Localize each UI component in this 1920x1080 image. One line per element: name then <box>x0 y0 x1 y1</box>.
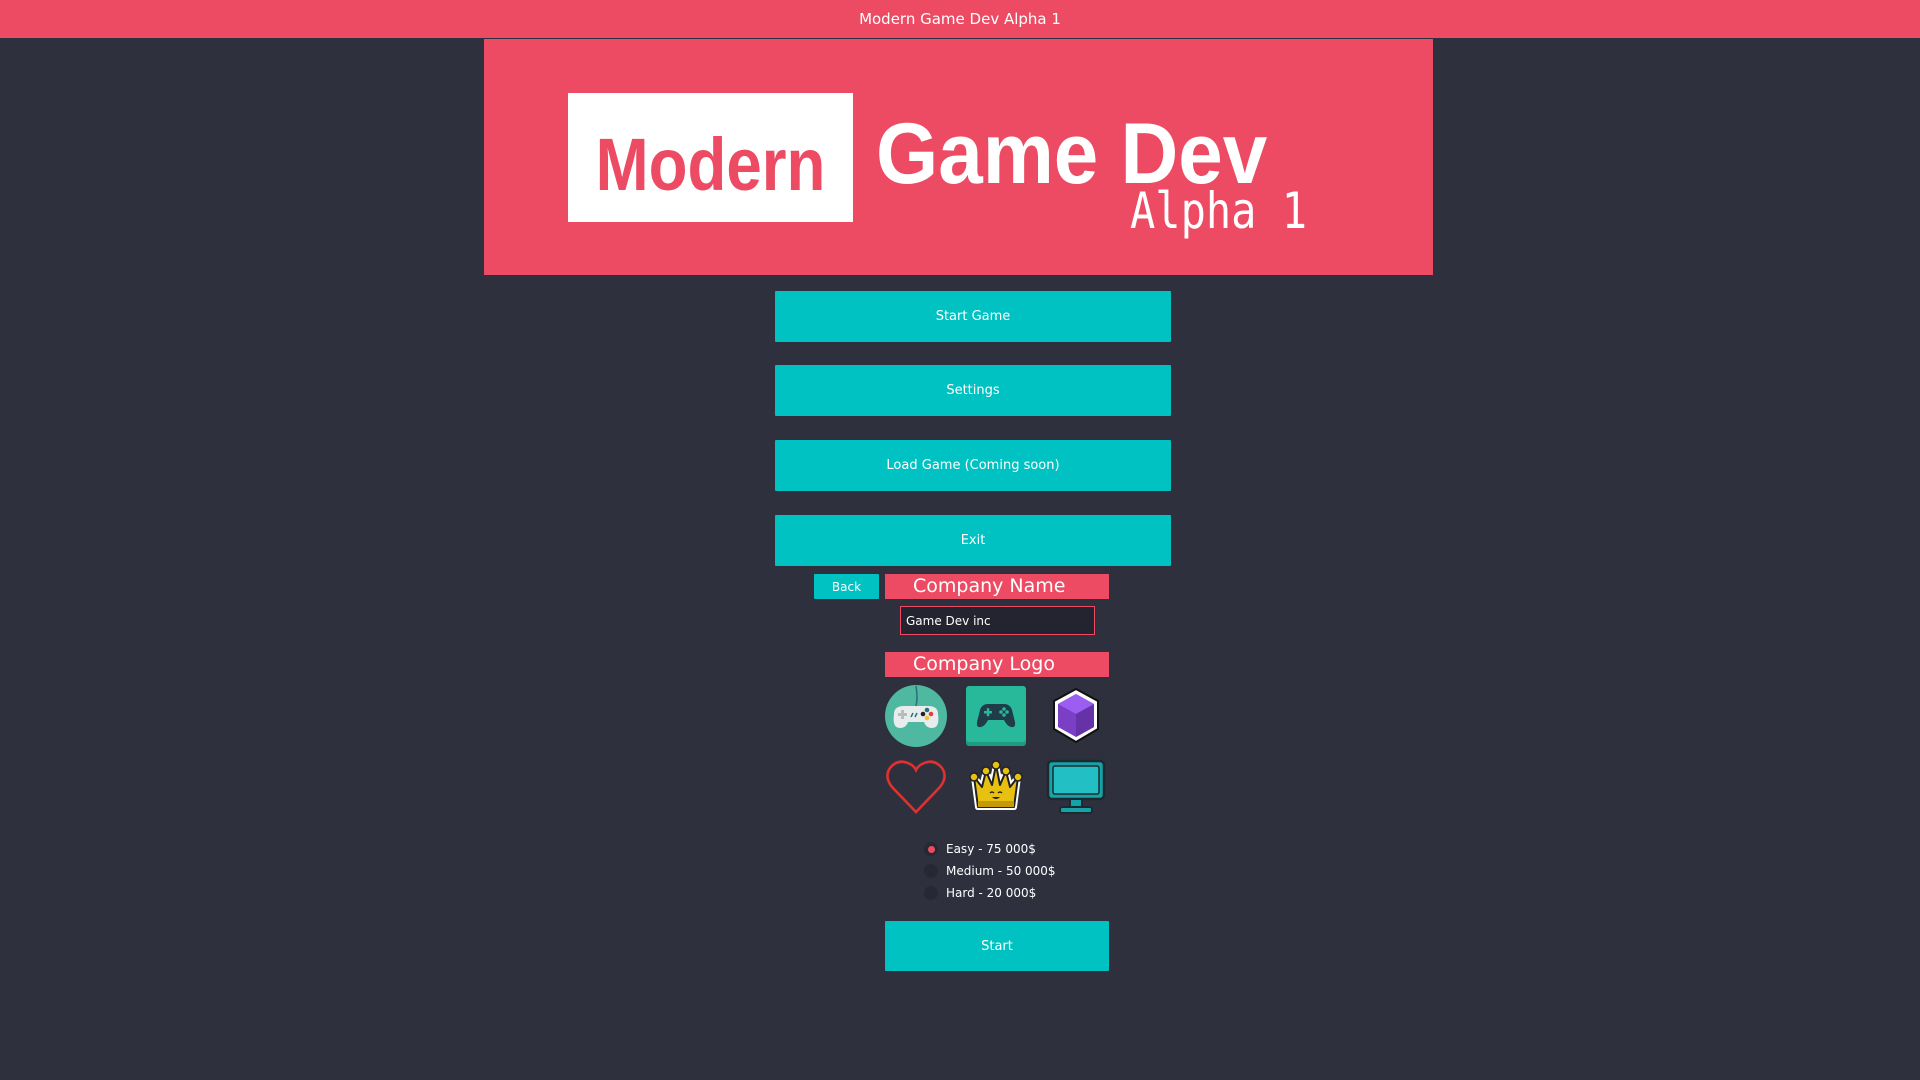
logo-option-2[interactable] <box>963 683 1029 749</box>
logo-option-1[interactable] <box>883 683 949 749</box>
load-game-button[interactable]: Load Game (Coming soon) <box>775 440 1171 491</box>
difficulty-medium-label: Medium - 50 000$ <box>946 864 1056 878</box>
gamepad-square-icon <box>966 686 1026 746</box>
heart-outline-icon <box>886 760 946 814</box>
radio-indicator[interactable] <box>924 886 938 900</box>
logo-option-3[interactable] <box>1043 683 1109 749</box>
start-game-button[interactable]: Start Game <box>775 291 1171 342</box>
company-name-input[interactable] <box>900 606 1095 635</box>
logo-modern-text: Modern <box>595 123 826 206</box>
start-button[interactable]: Start <box>885 921 1109 971</box>
radio-indicator[interactable] <box>924 864 938 878</box>
title-banner: Modern Game Dev Alpha 1 <box>484 39 1433 275</box>
monitor-icon <box>1046 759 1106 814</box>
logo-option-4[interactable] <box>883 754 949 820</box>
difficulty-hard-label: Hard - 20 000$ <box>946 886 1037 900</box>
difficulty-easy-label: Easy - 75 000$ <box>946 842 1036 856</box>
difficulty-medium-radio[interactable]: Medium - 50 000$ <box>924 864 1056 878</box>
gamepad-circle-icon <box>885 685 947 747</box>
logo-version-text: Alpha 1 <box>1130 182 1308 240</box>
settings-button[interactable]: Settings <box>775 365 1171 416</box>
window-title: Modern Game Dev Alpha 1 <box>859 10 1061 28</box>
company-name-label: Company Name <box>885 574 1109 599</box>
window-title-bar: Modern Game Dev Alpha 1 <box>0 0 1920 38</box>
logo-option-6[interactable] <box>1043 754 1109 820</box>
purple-cube-icon <box>1053 687 1099 744</box>
radio-selected-indicator[interactable] <box>924 842 938 856</box>
logo-option-5[interactable] <box>963 754 1029 820</box>
back-button[interactable]: Back <box>814 574 879 599</box>
difficulty-easy-radio[interactable]: Easy - 75 000$ <box>924 842 1036 856</box>
logo-box: Modern <box>568 93 853 222</box>
exit-button[interactable]: Exit <box>775 515 1171 566</box>
crown-icon <box>969 760 1023 810</box>
company-logo-label: Company Logo <box>885 652 1109 677</box>
difficulty-hard-radio[interactable]: Hard - 20 000$ <box>924 886 1036 900</box>
